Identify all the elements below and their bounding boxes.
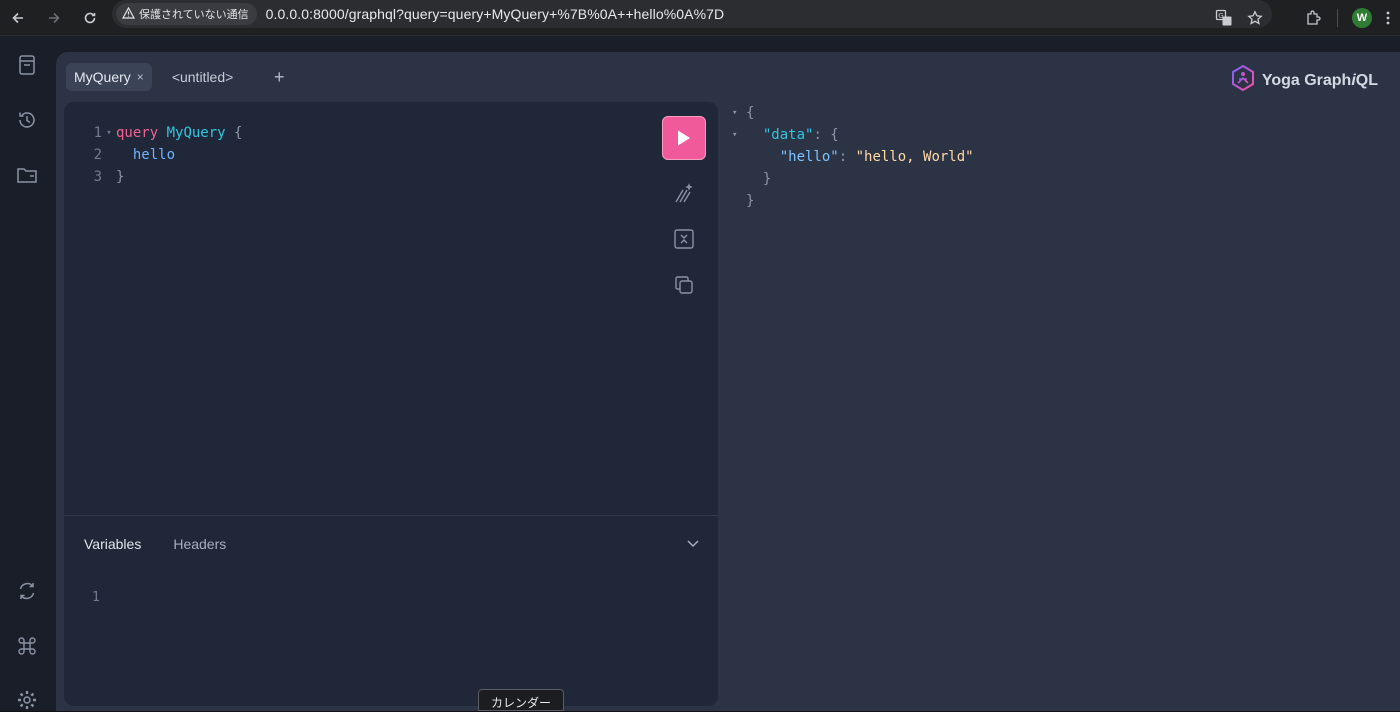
brace-token: { bbox=[234, 125, 243, 141]
settings-gear-icon[interactable] bbox=[15, 688, 39, 712]
line-number: 3 bbox=[93, 169, 102, 185]
hello-value: "hello, World" bbox=[855, 149, 974, 165]
svg-text:G: G bbox=[1218, 12, 1223, 20]
tooltip: カレンダー bbox=[478, 689, 565, 711]
brace-token: } bbox=[116, 169, 125, 185]
data-key: "data" bbox=[762, 127, 814, 143]
add-tab-button[interactable]: + bbox=[265, 63, 293, 91]
back-icon[interactable] bbox=[6, 6, 30, 30]
query-editor-pane: 1 ▾ query MyQuery { 2 hello 3 } Variable… bbox=[64, 102, 718, 706]
chevron-down-icon[interactable] bbox=[686, 536, 700, 555]
execute-query-button[interactable] bbox=[662, 116, 706, 160]
fold-arrow-icon[interactable]: ▾ bbox=[732, 124, 746, 146]
tab-myquery[interactable]: MyQuery × bbox=[66, 63, 152, 91]
extensions-icon[interactable] bbox=[1305, 9, 1323, 27]
tab-headers[interactable]: Headers bbox=[173, 536, 226, 552]
tab-label: MyQuery bbox=[74, 69, 131, 85]
hello-key: "hello" bbox=[779, 149, 839, 165]
profile-avatar[interactable]: W bbox=[1352, 8, 1372, 28]
security-chip[interactable]: 保護されていない通信 bbox=[116, 3, 257, 25]
sidebar bbox=[0, 36, 54, 711]
tab-label: <untitled> bbox=[171, 69, 234, 85]
prettify-icon[interactable] bbox=[662, 180, 706, 206]
main-panel: MyQuery × <untitled> + Yoga GraphiQL 1 ▾… bbox=[56, 52, 1400, 711]
shortcuts-icon[interactable] bbox=[15, 634, 39, 658]
close-tab-icon[interactable]: × bbox=[137, 70, 144, 84]
browser-toolbar: 保護されていない通信 0.0.0.0:8000/graphql?query=qu… bbox=[0, 0, 1400, 36]
translate-icon[interactable]: G bbox=[1215, 9, 1233, 27]
query-editor[interactable]: 1 ▾ query MyQuery { 2 hello 3 } bbox=[82, 122, 243, 188]
security-label: 保護されていない通信 bbox=[139, 9, 249, 21]
toolbar-divider bbox=[1337, 9, 1338, 27]
keyword-token: query bbox=[116, 125, 159, 141]
history-icon[interactable] bbox=[15, 108, 39, 132]
refetch-schema-icon[interactable] bbox=[15, 579, 39, 603]
graphiql-app: MyQuery × <untitled> + Yoga GraphiQL 1 ▾… bbox=[0, 36, 1400, 711]
address-bar[interactable]: 保護されていない通信 0.0.0.0:8000/graphql?query=qu… bbox=[112, 0, 1272, 28]
variables-pane: Variables Headers 1 bbox=[64, 515, 718, 706]
fold-arrow-icon[interactable]: ▾ bbox=[732, 102, 746, 124]
brace-token: } bbox=[762, 171, 772, 187]
variables-editor[interactable]: 1 bbox=[92, 590, 100, 605]
operation-name-token: MyQuery bbox=[166, 125, 226, 141]
brace-token: } bbox=[746, 193, 755, 209]
docs-icon[interactable] bbox=[15, 53, 39, 77]
tab-variables[interactable]: Variables bbox=[84, 536, 141, 552]
field-token: hello bbox=[132, 147, 176, 163]
result-viewer: ▾{ ▾ "data": { "hello": "hello, World" }… bbox=[732, 102, 974, 212]
tab-untitled[interactable]: <untitled> bbox=[164, 63, 242, 91]
reload-icon[interactable] bbox=[78, 6, 102, 30]
star-icon[interactable] bbox=[1247, 10, 1263, 26]
query-tabs: MyQuery × <untitled> + bbox=[66, 62, 293, 92]
fold-arrow-icon[interactable]: ▾ bbox=[102, 122, 116, 144]
line-number: 2 bbox=[93, 147, 102, 163]
editor-toolbar bbox=[662, 116, 706, 298]
warning-icon bbox=[121, 6, 136, 22]
brace-token: { bbox=[830, 127, 839, 143]
more-menu-icon[interactable] bbox=[1386, 10, 1390, 26]
brace-token: { bbox=[746, 105, 755, 121]
brand-text: Yoga GraphiQL bbox=[1261, 71, 1378, 89]
yoga-graphiql-logo: Yoga GraphiQL bbox=[1230, 64, 1378, 97]
line-number: 1 bbox=[92, 590, 100, 605]
yoga-logo-icon bbox=[1230, 64, 1256, 97]
collections-icon[interactable] bbox=[15, 163, 39, 187]
copy-query-icon[interactable] bbox=[662, 272, 706, 298]
line-number: 1 bbox=[93, 125, 102, 141]
merge-fragments-icon[interactable] bbox=[662, 226, 706, 252]
forward-icon[interactable] bbox=[42, 6, 66, 30]
url-text[interactable]: 0.0.0.0:8000/graphql?query=query+MyQuery… bbox=[266, 6, 725, 22]
